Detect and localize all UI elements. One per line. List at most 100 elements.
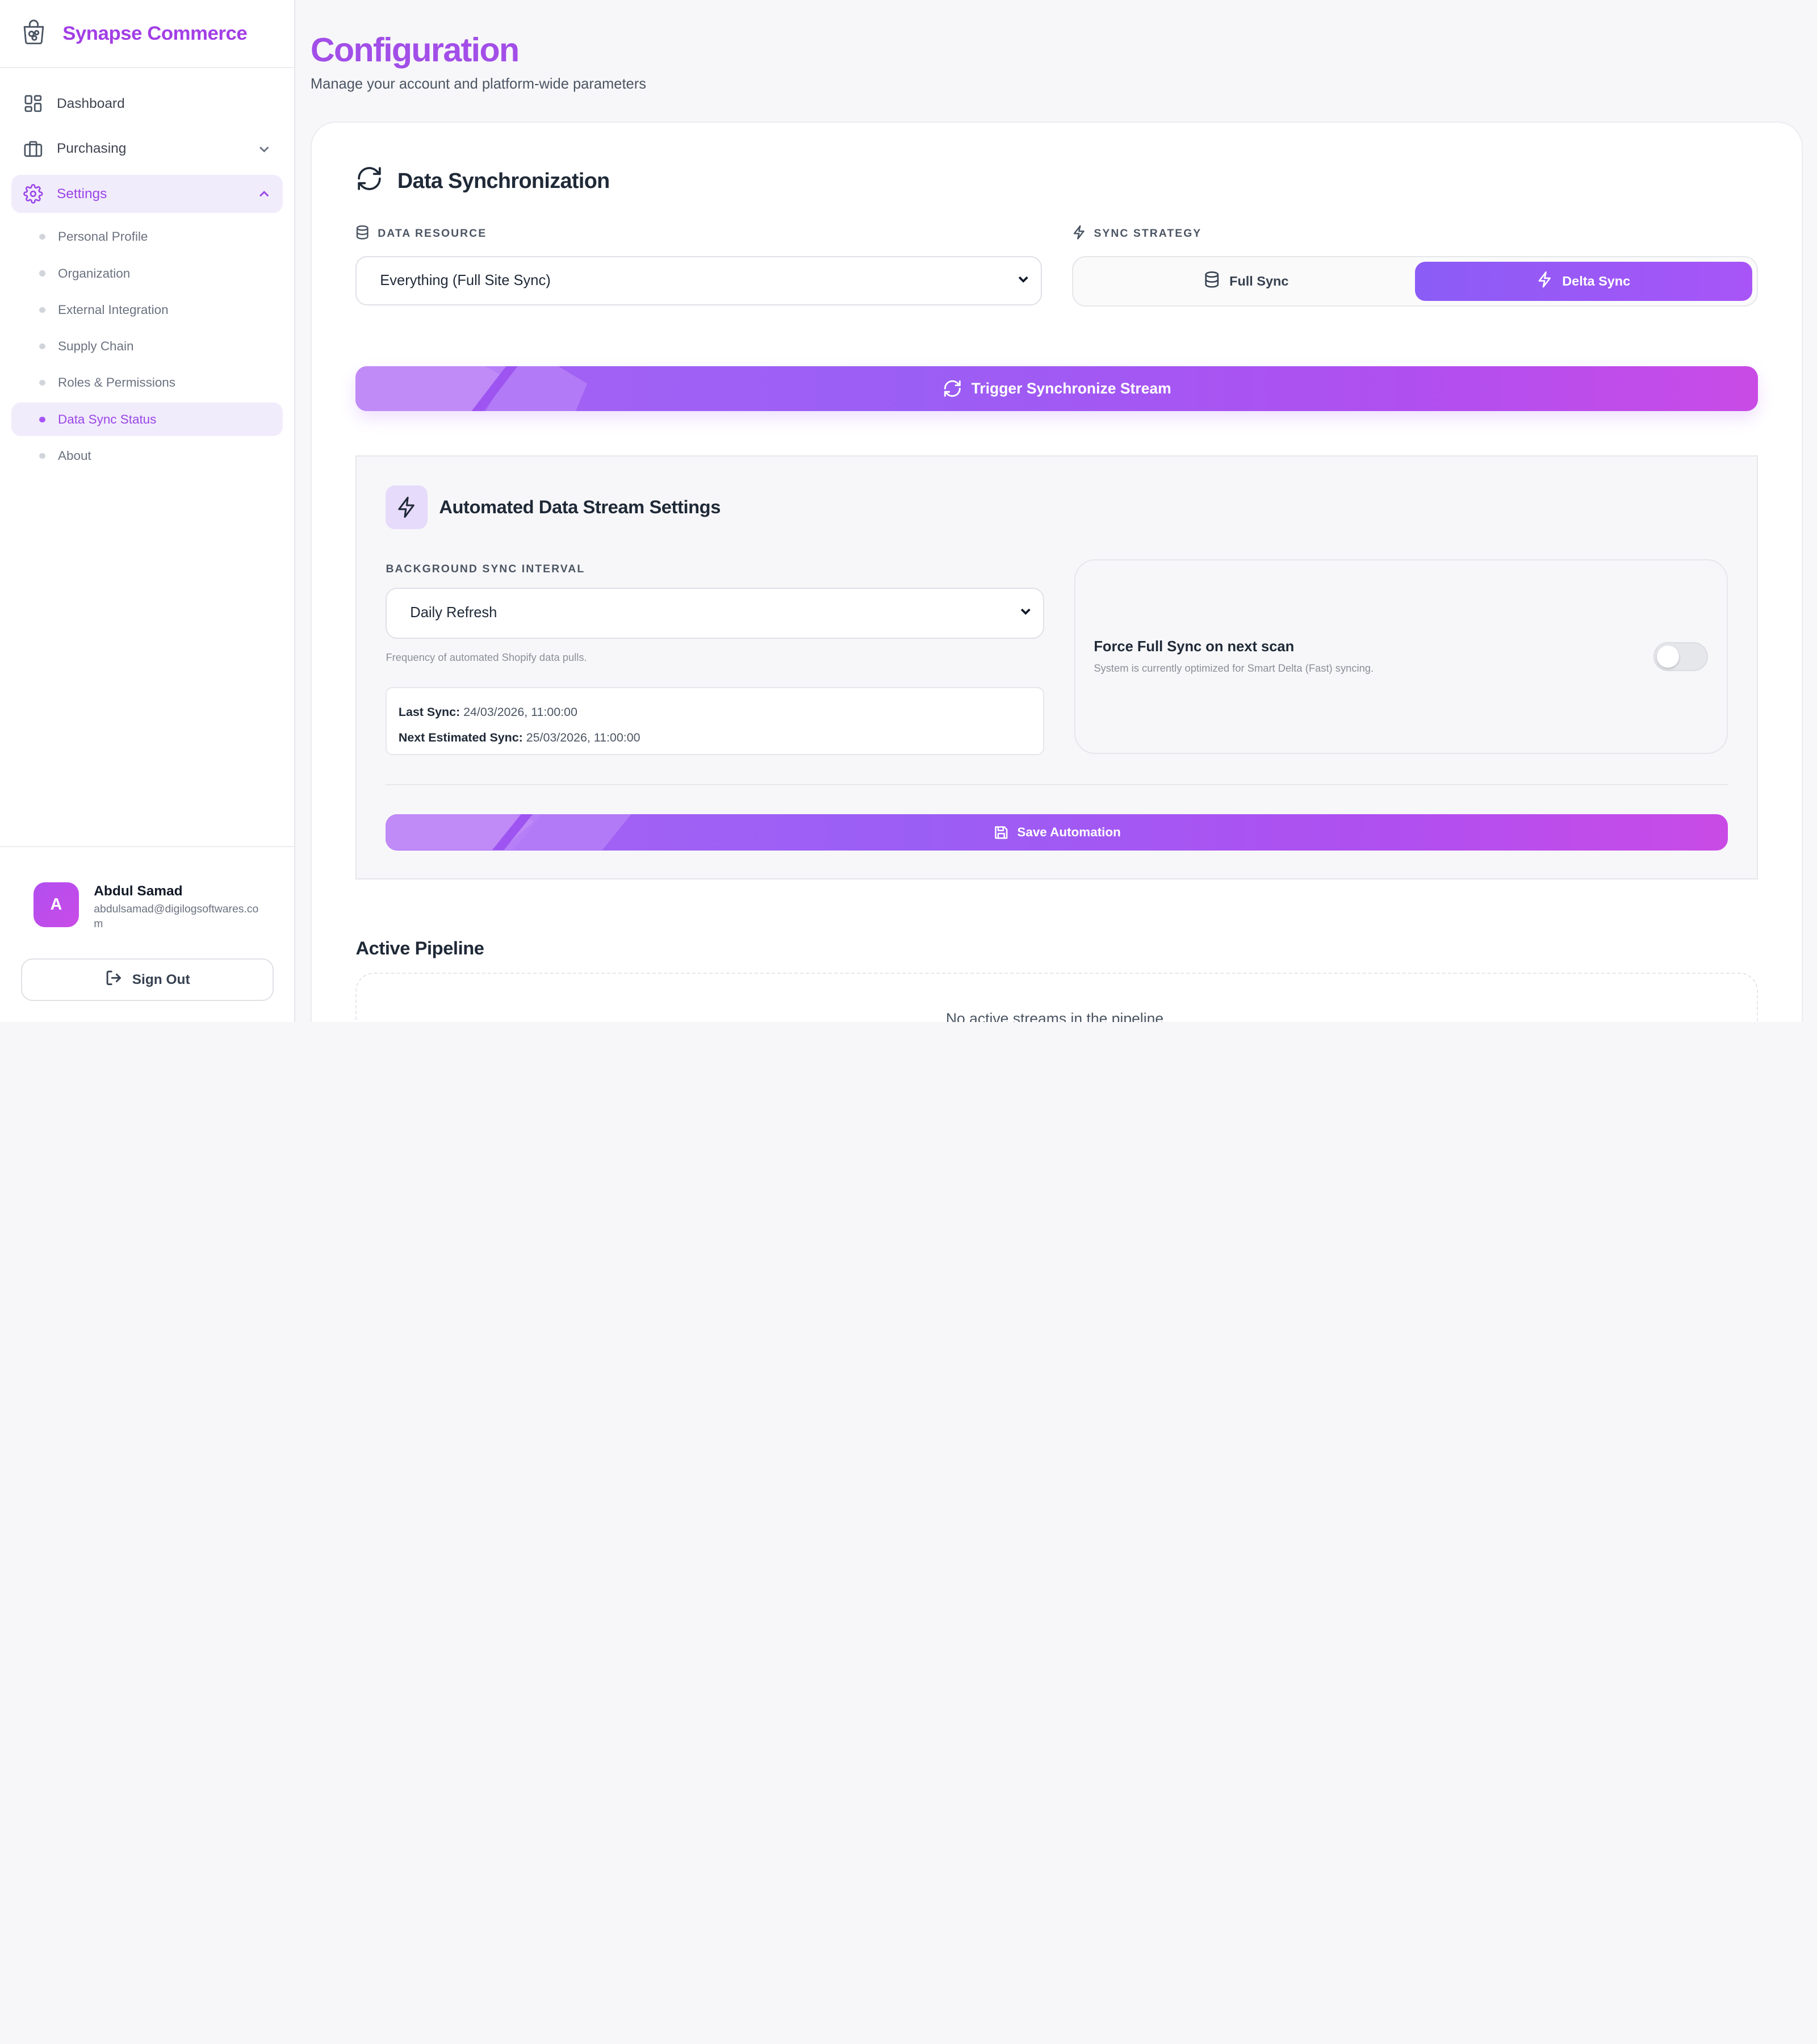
sidebar-item-label: Settings — [56, 186, 107, 202]
sidebar-item-purchasing[interactable]: Purchasing — [11, 130, 283, 168]
data-resource-select[interactable]: Everything (Full Site Sync) — [355, 256, 1042, 306]
sync-interval-select[interactable]: Daily Refresh — [386, 587, 1044, 639]
main-nav: Dashboard Purchasing Settings Personal P… — [0, 68, 294, 475]
bullet-dot — [39, 270, 45, 277]
toggle-knob — [1657, 646, 1680, 668]
logout-icon — [104, 969, 123, 991]
delta-sync-option[interactable]: Delta Sync — [1414, 261, 1752, 301]
lightning-icon — [1537, 271, 1553, 292]
avatar: A — [34, 882, 79, 928]
database-icon — [355, 225, 369, 244]
trigger-sync-button[interactable]: Trigger Synchronize Stream — [355, 366, 1758, 412]
button-label: Trigger Synchronize Stream — [971, 379, 1171, 397]
automation-panel: Automated Data Stream Settings Backgroun… — [355, 455, 1758, 879]
sidebar-item-label: Dashboard — [56, 95, 125, 111]
sidebar-item-dashboard[interactable]: Dashboard — [11, 85, 283, 123]
brand-name: Synapse Commerce — [62, 22, 248, 44]
decorative-stripes — [355, 366, 588, 412]
sync-strategy-field: Sync Strategy Full Sync — [1071, 225, 1758, 307]
last-sync-row: Last Sync: 24/03/2026, 11:00:00 — [399, 700, 1031, 725]
subitem-label: Personal Profile — [58, 229, 148, 244]
page-subtitle: Manage your account and platform-wide pa… — [310, 76, 646, 93]
chevron-down-icon — [1019, 604, 1032, 622]
label-text: Sync Strategy — [1094, 227, 1202, 240]
sidebar-subitem-personal-profile[interactable]: Personal Profile — [26, 220, 283, 254]
subitem-label: Data Sync Status — [58, 412, 157, 426]
sidebar-footer: A Abdul Samad abdulsamad@digilogsoftware… — [0, 846, 295, 1022]
automation-header: Automated Data Stream Settings — [386, 485, 1727, 530]
sign-out-button[interactable]: Sign Out — [20, 958, 274, 1002]
select-value: Everything (Full Site Sync) — [380, 273, 551, 289]
card-header: Data Synchronization — [355, 165, 1757, 197]
user-email: abdulsamad@digilogsoftwares.com — [94, 902, 259, 931]
sidebar: Synapse Commerce Dashboard Purchasing Se… — [0, 0, 296, 1022]
option-label: Full Sync — [1229, 274, 1289, 289]
decorative-stripes — [386, 814, 632, 851]
pipeline-title: Active Pipeline — [355, 937, 484, 958]
refresh-icon — [943, 379, 962, 399]
gear-icon — [23, 183, 44, 204]
sync-strategy-label: Sync Strategy — [1072, 225, 1758, 244]
full-sync-option[interactable]: Full Sync — [1078, 262, 1415, 301]
option-label: Delta Sync — [1562, 274, 1631, 289]
data-resource-label: Data Resource — [355, 225, 1041, 244]
save-icon — [993, 824, 1010, 841]
sidebar-subitem-organization[interactable]: Organization — [26, 257, 283, 290]
last-sync-label: Last Sync: — [398, 705, 460, 719]
button-label: Save Automation — [1017, 824, 1121, 839]
force-full-sync-toggle[interactable] — [1653, 642, 1709, 672]
user-details: Abdul Samad abdulsamad@digilogsoftwares.… — [94, 882, 267, 932]
divider — [386, 784, 1728, 786]
automation-row: Background Sync Interval Daily Refresh F… — [386, 559, 1728, 756]
sidebar-subitem-supply-chain[interactable]: Supply Chain — [26, 330, 283, 363]
next-sync-value: 25/03/2026, 11:00:00 — [526, 731, 640, 745]
sync-strategy-toggle: Full Sync Delta Sync — [1071, 256, 1758, 307]
briefcase-icon — [23, 139, 44, 160]
sidebar-subitem-external-integration[interactable]: External Integration — [26, 293, 283, 326]
data-resource-field: Data Resource Everything (Full Site Sync… — [355, 225, 1042, 307]
sync-options-row: Data Resource Everything (Full Site Sync… — [355, 225, 1758, 307]
chevron-down-icon — [257, 142, 271, 156]
label-text: Data Resource — [378, 227, 487, 240]
subitem-label: Organization — [58, 266, 131, 280]
last-sync-value: 24/03/2026, 11:00:00 — [463, 705, 577, 719]
next-sync-row: Next Estimated Sync: 25/03/2026, 11:00:0… — [399, 725, 1031, 751]
bullet-dot — [39, 380, 45, 386]
force-text: Force Full Sync on next scan System is c… — [1094, 639, 1374, 675]
sidebar-item-label: Purchasing — [56, 141, 127, 157]
sidebar-item-settings[interactable]: Settings — [11, 175, 283, 213]
user-profile[interactable]: A Abdul Samad abdulsamad@digilogsoftware… — [21, 882, 274, 932]
sidebar-subitem-roles-permissions[interactable]: Roles & Permissions — [26, 366, 283, 400]
bullet-dot — [39, 234, 45, 240]
brand[interactable]: Synapse Commerce — [0, 0, 295, 69]
sync-schedule-info: Last Sync: 24/03/2026, 11:00:00 Next Est… — [386, 686, 1044, 756]
interval-settings: Background Sync Interval Daily Refresh F… — [386, 559, 1044, 756]
lightning-icon — [386, 485, 428, 530]
force-full-sync-panel: Force Full Sync on next scan System is c… — [1074, 559, 1728, 755]
force-title: Force Full Sync on next scan — [1094, 639, 1295, 655]
card-title: Data Synchronization — [397, 168, 610, 192]
interval-label: Background Sync Interval — [386, 563, 585, 576]
data-sync-card: Data Synchronization Data Resource Every… — [310, 122, 1803, 1022]
bullet-dot — [39, 307, 45, 313]
empty-message: No active streams in the pipeline. — [945, 1010, 1168, 1022]
settings-submenu: Personal Profile Organization External I… — [11, 220, 283, 473]
sidebar-subitem-data-sync-status[interactable]: Data Sync Status — [11, 403, 283, 437]
select-value: Daily Refresh — [410, 605, 497, 621]
sidebar-subitem-about[interactable]: About — [26, 439, 283, 472]
shopping-bag-brain-icon — [21, 18, 47, 50]
sign-out-label: Sign Out — [132, 971, 190, 987]
database-icon — [1204, 271, 1220, 292]
page-title: Configuration — [310, 31, 520, 69]
force-subtitle: System is currently optimized for Smart … — [1094, 662, 1374, 675]
main-content: Configuration Manage your account and pl… — [295, 0, 1817, 1022]
subitem-label: External Integration — [58, 302, 169, 317]
dashboard-icon — [23, 93, 44, 114]
save-automation-button[interactable]: Save Automation — [386, 814, 1728, 851]
subitem-label: Supply Chain — [58, 339, 134, 354]
chevron-up-icon — [257, 187, 271, 201]
chevron-down-icon — [1016, 272, 1030, 290]
subitem-label: About — [58, 448, 91, 463]
user-name: Abdul Samad — [94, 883, 183, 899]
next-sync-label: Next Estimated Sync: — [398, 731, 523, 745]
